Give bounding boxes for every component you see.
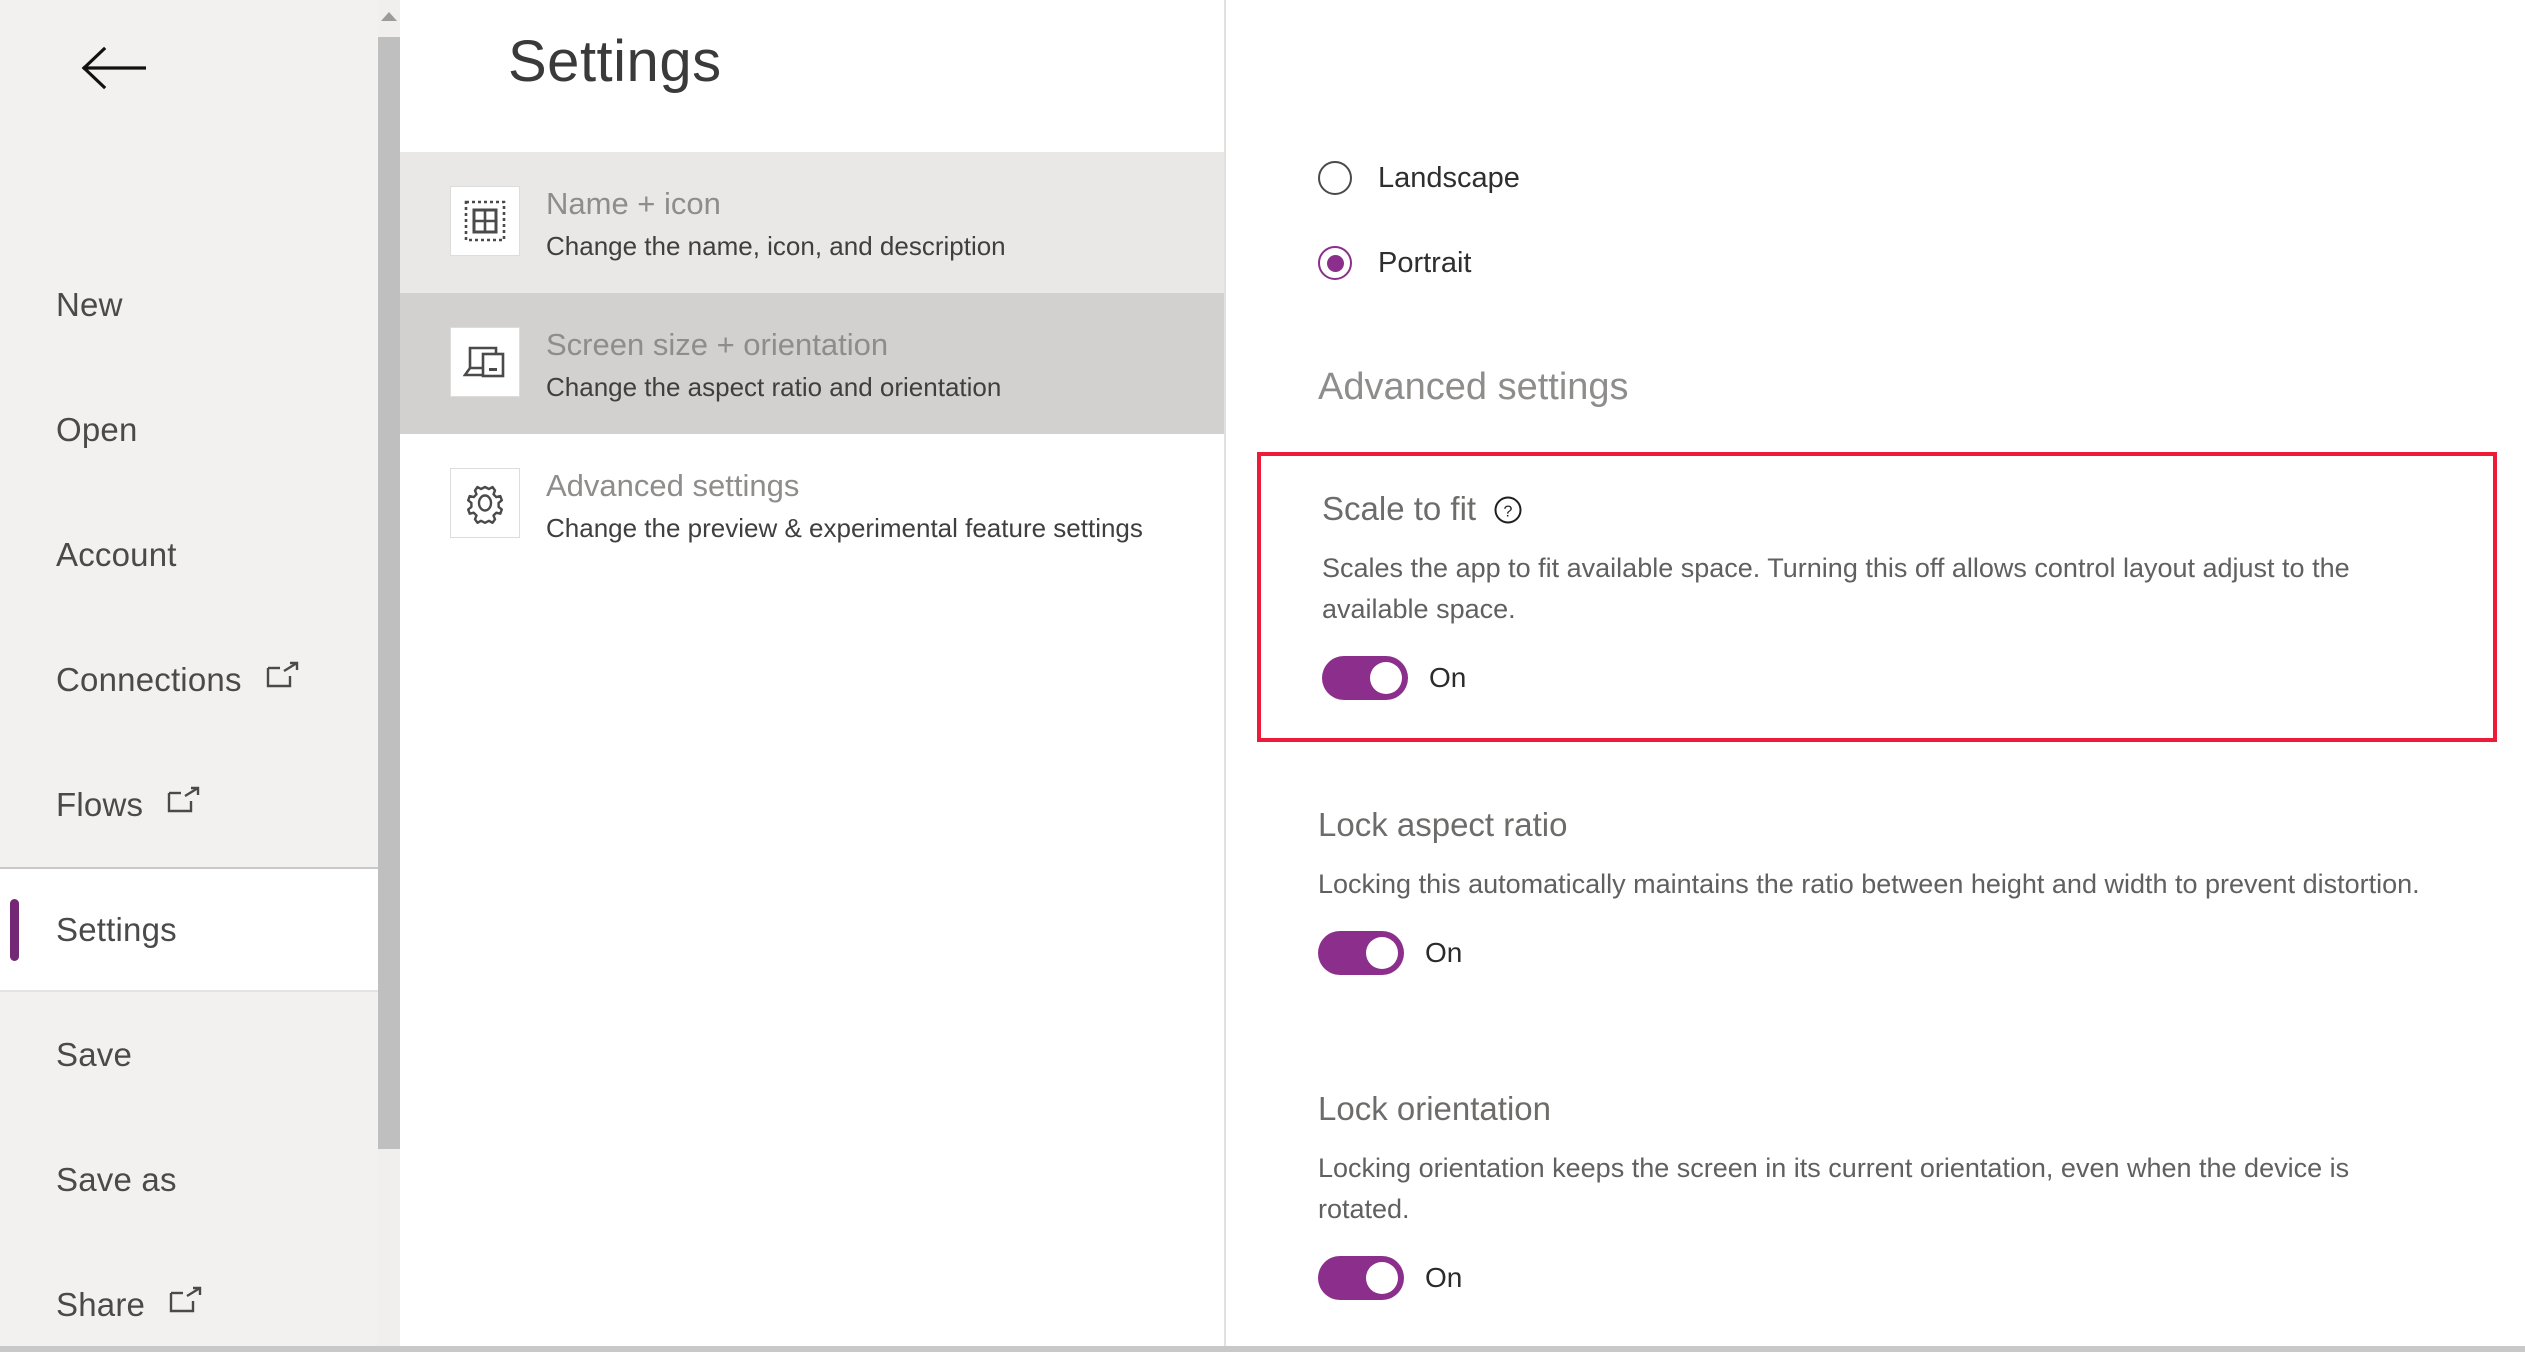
sidebar-item-label: Share <box>56 1285 146 1323</box>
category-text: Screen size + orientation Change the asp… <box>546 323 1001 404</box>
radio-option-portrait[interactable]: Portrait <box>1318 237 1520 289</box>
settings-category-panel: Settings Name + icon Change the name, ic… <box>400 0 1226 1346</box>
toggle-knob <box>1366 937 1398 969</box>
toggle-knob <box>1370 662 1402 694</box>
sidebar-item-label: Save <box>56 1035 133 1073</box>
settings-header: Settings <box>400 0 1224 152</box>
active-indicator <box>10 899 19 961</box>
sidebar-item-save[interactable]: Save <box>0 992 378 1117</box>
setting-title-row: Scale to fit ? <box>1322 490 2493 528</box>
setting-description: Locking this automatically maintains the… <box>1318 869 2420 899</box>
sidebar-item-open[interactable]: Open <box>0 367 378 492</box>
sidebar-item-account[interactable]: Account <box>0 492 378 617</box>
toggle-state-label: On <box>1425 937 1463 968</box>
category-title: Screen size + orientation <box>546 327 889 362</box>
settings-category-list: Name + icon Change the name, icon, and d… <box>400 152 1224 575</box>
setting-title-row: Lock aspect ratio <box>1318 806 2468 844</box>
toggle-knob <box>1366 1262 1398 1294</box>
sidebar-item-label: New <box>56 285 123 323</box>
setting-title-row: Lock orientation <box>1318 1090 2468 1128</box>
setting-title: Lock orientation <box>1318 1090 1551 1127</box>
sidebar-item-connections[interactable]: Connections <box>0 617 378 742</box>
sidebar-item-label: Open <box>56 410 138 448</box>
setting-description: Scales the app to fit available space. T… <box>1322 553 2350 624</box>
category-item-screen-size-orientation[interactable]: Screen size + orientation Change the asp… <box>400 293 1224 434</box>
orientation-radio-group: Landscape Portrait <box>1318 152 1520 322</box>
category-title: Advanced settings <box>546 468 800 503</box>
sidebar-item-settings[interactable]: Settings <box>0 867 378 992</box>
lock-orientation-toggle[interactable] <box>1318 1256 1404 1300</box>
lock-aspect-ratio-toggle[interactable] <box>1318 931 1404 975</box>
devices-glyph-box <box>450 327 520 397</box>
category-description: Change the preview & experimental featur… <box>546 513 1143 543</box>
radio-circle-icon <box>1318 161 1352 195</box>
setting-description: Locking orientation keeps the screen in … <box>1318 1153 2350 1224</box>
chevron-up-icon <box>381 11 397 21</box>
sidebar-item-label: Connections <box>56 660 242 698</box>
sidebar-scrollbar[interactable] <box>378 0 400 1346</box>
setting-toggle-row: On <box>1322 656 2493 700</box>
sidebar-item-flows[interactable]: Flows <box>0 742 378 867</box>
svg-text:?: ? <box>1504 504 1513 521</box>
setting-toggle-row: On <box>1318 1256 2468 1300</box>
settings-window: New Open Account Connections Flows Setti… <box>0 0 2525 1352</box>
gear-icon <box>467 485 503 524</box>
scrollbar-thumb[interactable] <box>378 37 400 1149</box>
sidebar-item-label: Save as <box>56 1160 177 1198</box>
setting-block-scale-to-fit: Scale to fit ? Scales the app to fit ava… <box>1257 452 2497 742</box>
radio-label: Landscape <box>1378 161 1520 194</box>
category-item-advanced-settings[interactable]: Advanced settings Change the preview & e… <box>400 434 1224 575</box>
sidebar-item-share[interactable]: Share <box>0 1242 378 1346</box>
page-title: Settings <box>508 29 722 94</box>
setting-title: Scale to fit <box>1322 490 1477 527</box>
left-sidebar: New Open Account Connections Flows Setti… <box>0 0 378 1346</box>
category-text: Advanced settings Change the preview & e… <box>546 464 1143 545</box>
sidebar-item-label: Settings <box>56 910 177 948</box>
toggle-state-label: On <box>1429 662 1467 693</box>
category-title: Name + icon <box>546 186 721 221</box>
setting-toggle-row: On <box>1318 931 2468 975</box>
radio-circle-selected-icon <box>1318 246 1352 280</box>
setting-block-lock-orientation: Lock orientation Locking orientation kee… <box>1318 1090 2468 1300</box>
setting-title: Lock aspect ratio <box>1318 806 1568 843</box>
devices-glyph <box>463 346 505 378</box>
radio-label: Portrait <box>1378 246 1472 279</box>
scroll-up-button[interactable] <box>378 6 400 26</box>
settings-detail-panel: Landscape Portrait Advanced settings Sca… <box>1228 0 2525 1346</box>
category-description: Change the name, icon, and description <box>546 231 1006 261</box>
external-link-icon <box>167 786 201 814</box>
category-description: Change the aspect ratio and orientation <box>546 372 1002 402</box>
sidebar-item-label: Flows <box>56 785 144 823</box>
toggle-state-label: On <box>1425 1262 1463 1293</box>
back-row <box>0 0 378 140</box>
gear-glyph-box <box>450 468 520 538</box>
scale-to-fit-toggle[interactable] <box>1322 656 1408 700</box>
setting-block-lock-aspect-ratio: Lock aspect ratio Locking this automatic… <box>1318 806 2468 975</box>
help-icon[interactable]: ? <box>1493 495 1523 525</box>
sidebar-nav-list: New Open Account Connections Flows Setti… <box>0 242 378 1346</box>
external-link-icon <box>169 1286 203 1314</box>
sidebar-item-label: Account <box>56 535 177 573</box>
advanced-settings-heading: Advanced settings <box>1318 366 1629 408</box>
radio-option-landscape[interactable]: Landscape <box>1318 152 1520 204</box>
arrow-left-icon <box>81 46 146 90</box>
name-icon-glyph-box <box>450 186 520 256</box>
sidebar-item-save-as[interactable]: Save as <box>0 1117 378 1242</box>
category-text: Name + icon Change the name, icon, and d… <box>546 182 1006 263</box>
sidebar-item-new[interactable]: New <box>0 242 378 367</box>
name-icon-glyph <box>464 200 506 242</box>
back-arrow-button[interactable] <box>78 38 148 98</box>
category-item-name-icon[interactable]: Name + icon Change the name, icon, and d… <box>400 152 1224 293</box>
external-link-icon <box>266 661 300 689</box>
